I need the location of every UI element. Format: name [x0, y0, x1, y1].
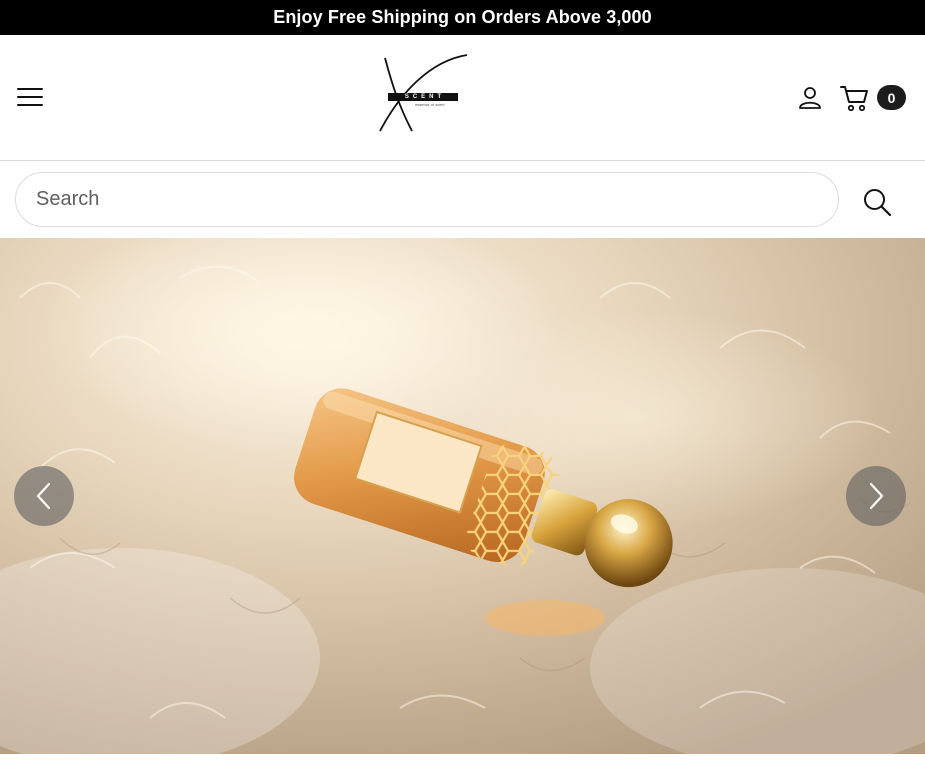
- search-input[interactable]: [15, 172, 839, 227]
- site-header: SCENT essence of scent 0: [0, 35, 925, 161]
- hamburger-menu-icon[interactable]: [17, 86, 43, 108]
- site-logo[interactable]: SCENT essence of scent: [375, 53, 470, 133]
- user-account-icon[interactable]: [797, 85, 823, 111]
- carousel-next-button[interactable]: [846, 466, 906, 526]
- announcement-bar: Enjoy Free Shipping on Orders Above 3,00…: [0, 0, 925, 35]
- cart-count-badge[interactable]: 0: [877, 85, 906, 110]
- search-bar: [0, 161, 925, 238]
- chevron-left-icon: [36, 482, 51, 510]
- search-icon[interactable]: [862, 187, 892, 217]
- chevron-right-icon: [869, 482, 884, 510]
- page-below-hero: [0, 754, 925, 773]
- logo-tagline: essence of scent: [415, 103, 445, 107]
- perfume-bottle-on-fur-photo: [0, 238, 925, 754]
- logo-wordmark: SCENT: [388, 93, 458, 101]
- announcement-text: Enjoy Free Shipping on Orders Above 3,00…: [273, 7, 652, 27]
- carousel-prev-button[interactable]: [14, 466, 74, 526]
- hero-carousel[interactable]: [0, 238, 925, 754]
- cart-icon[interactable]: [840, 84, 870, 112]
